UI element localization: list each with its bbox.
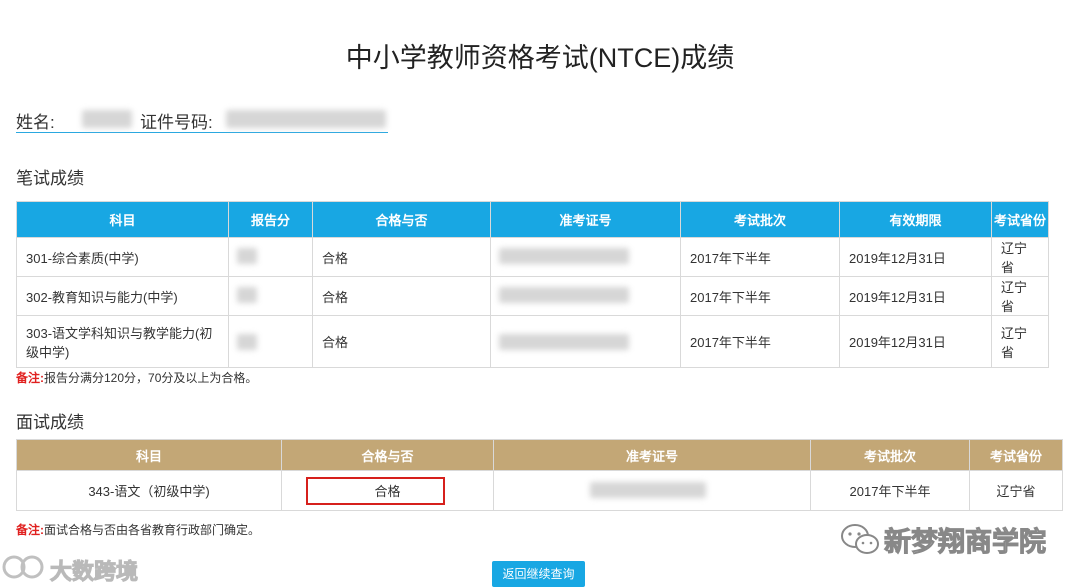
cell-ticket xyxy=(490,237,681,277)
cell-province: 辽宁省 xyxy=(991,276,1049,316)
cell-ticket xyxy=(493,470,811,511)
col-pass: 合格与否 xyxy=(281,439,494,471)
cell-subject: 343-语文（初级中学) xyxy=(16,470,282,511)
cell-batch: 2017年下半年 xyxy=(680,276,840,316)
candidate-info: 姓名: 证件号码: xyxy=(16,108,388,133)
col-subject: 科目 xyxy=(16,201,229,238)
written-section-title: 笔试成绩 xyxy=(16,169,84,188)
cell-pass: 合格 xyxy=(312,276,491,316)
col-province: 考试省份 xyxy=(991,201,1049,238)
oral-header-row: 科目 合格与否 准考证号 考试批次 考试省份 xyxy=(16,439,1063,471)
cell-score xyxy=(228,276,313,316)
written-note: 备注:报告分满分120分，70分及以上为合格。 xyxy=(16,369,257,386)
col-batch: 考试批次 xyxy=(680,201,840,238)
cell-pass: 合格 xyxy=(312,315,491,368)
id-redacted xyxy=(226,110,386,128)
col-ticket-no: 准考证号 xyxy=(490,201,681,238)
col-pass: 合格与否 xyxy=(312,201,491,238)
oral-note: 备注:面试合格与否由各省教育行政部门确定。 xyxy=(16,521,260,538)
cell-batch: 2017年下半年 xyxy=(810,470,970,511)
cell-province: 辽宁省 xyxy=(969,470,1063,511)
cell-subject: 303-语文学科知识与教学能力(初级中学) xyxy=(16,315,229,368)
cell-batch: 2017年下半年 xyxy=(680,315,840,368)
cell-valid: 2019年12月31日 xyxy=(839,237,992,277)
cell-subject: 301-综合素质(中学) xyxy=(16,237,229,277)
watermark-left-text: 大数跨境 xyxy=(49,559,139,585)
oral-score-table: 科目 合格与否 准考证号 考试批次 考试省份 343-语文（初级中学) 合格 2… xyxy=(16,439,1063,511)
col-ticket-no: 准考证号 xyxy=(493,439,811,471)
name-redacted xyxy=(82,110,132,128)
page-title: 中小学教师资格考试(NTCE)成绩 xyxy=(345,43,735,73)
cell-ticket xyxy=(490,276,681,316)
oral-section-title: 面试成绩 xyxy=(16,413,84,432)
cell-score xyxy=(228,237,313,277)
cell-province: 辽宁省 xyxy=(991,237,1049,277)
col-report-score: 报告分 xyxy=(228,201,313,238)
cell-province: 辽宁省 xyxy=(991,315,1049,368)
wechat-icon xyxy=(841,524,879,554)
table-row: 302-教育知识与能力(中学) 合格 2017年下半年 2019年12月31日 … xyxy=(16,276,1049,316)
cell-pass: 合格 xyxy=(312,237,491,277)
cell-valid: 2019年12月31日 xyxy=(839,276,992,316)
cell-ticket xyxy=(490,315,681,368)
name-label: 姓名: xyxy=(16,113,55,132)
written-header-row: 科目 报告分 合格与否 准考证号 考试批次 有效期限 考试省份 xyxy=(16,201,1049,238)
return-query-button[interactable]: 返回继续查询 xyxy=(492,561,585,587)
watermark-right-text: 新梦翔商学院 xyxy=(884,527,1047,558)
col-province: 考试省份 xyxy=(969,439,1063,471)
table-row: 301-综合素质(中学) 合格 2017年下半年 2019年12月31日 辽宁省 xyxy=(16,237,1049,277)
col-valid: 有效期限 xyxy=(839,201,992,238)
cell-subject: 302-教育知识与能力(中学) xyxy=(16,276,229,316)
logo-icon xyxy=(2,555,44,579)
note-label: 备注: xyxy=(16,371,44,385)
note-text: 报告分满分120分，70分及以上为合格。 xyxy=(44,371,258,385)
note-text: 面试合格与否由各省教育行政部门确定。 xyxy=(44,523,261,537)
col-subject: 科目 xyxy=(16,439,282,471)
table-row: 343-语文（初级中学) 合格 2017年下半年 辽宁省 xyxy=(16,470,1063,511)
table-row: 303-语文学科知识与教学能力(初级中学) 合格 2017年下半年 2019年1… xyxy=(16,315,1049,368)
cell-score xyxy=(228,315,313,368)
id-label: 证件号码: xyxy=(140,113,213,132)
written-score-table: 科目 报告分 合格与否 准考证号 考试批次 有效期限 考试省份 301-综合素质… xyxy=(16,201,1049,368)
col-batch: 考试批次 xyxy=(810,439,970,471)
watermark-left: 大数跨境 xyxy=(0,552,160,585)
cell-batch: 2017年下半年 xyxy=(680,237,840,277)
cell-valid: 2019年12月31日 xyxy=(839,315,992,368)
note-label: 备注: xyxy=(16,523,44,537)
watermark-right: 新梦翔商学院 xyxy=(840,516,1060,560)
pass-highlight-box xyxy=(306,477,445,505)
